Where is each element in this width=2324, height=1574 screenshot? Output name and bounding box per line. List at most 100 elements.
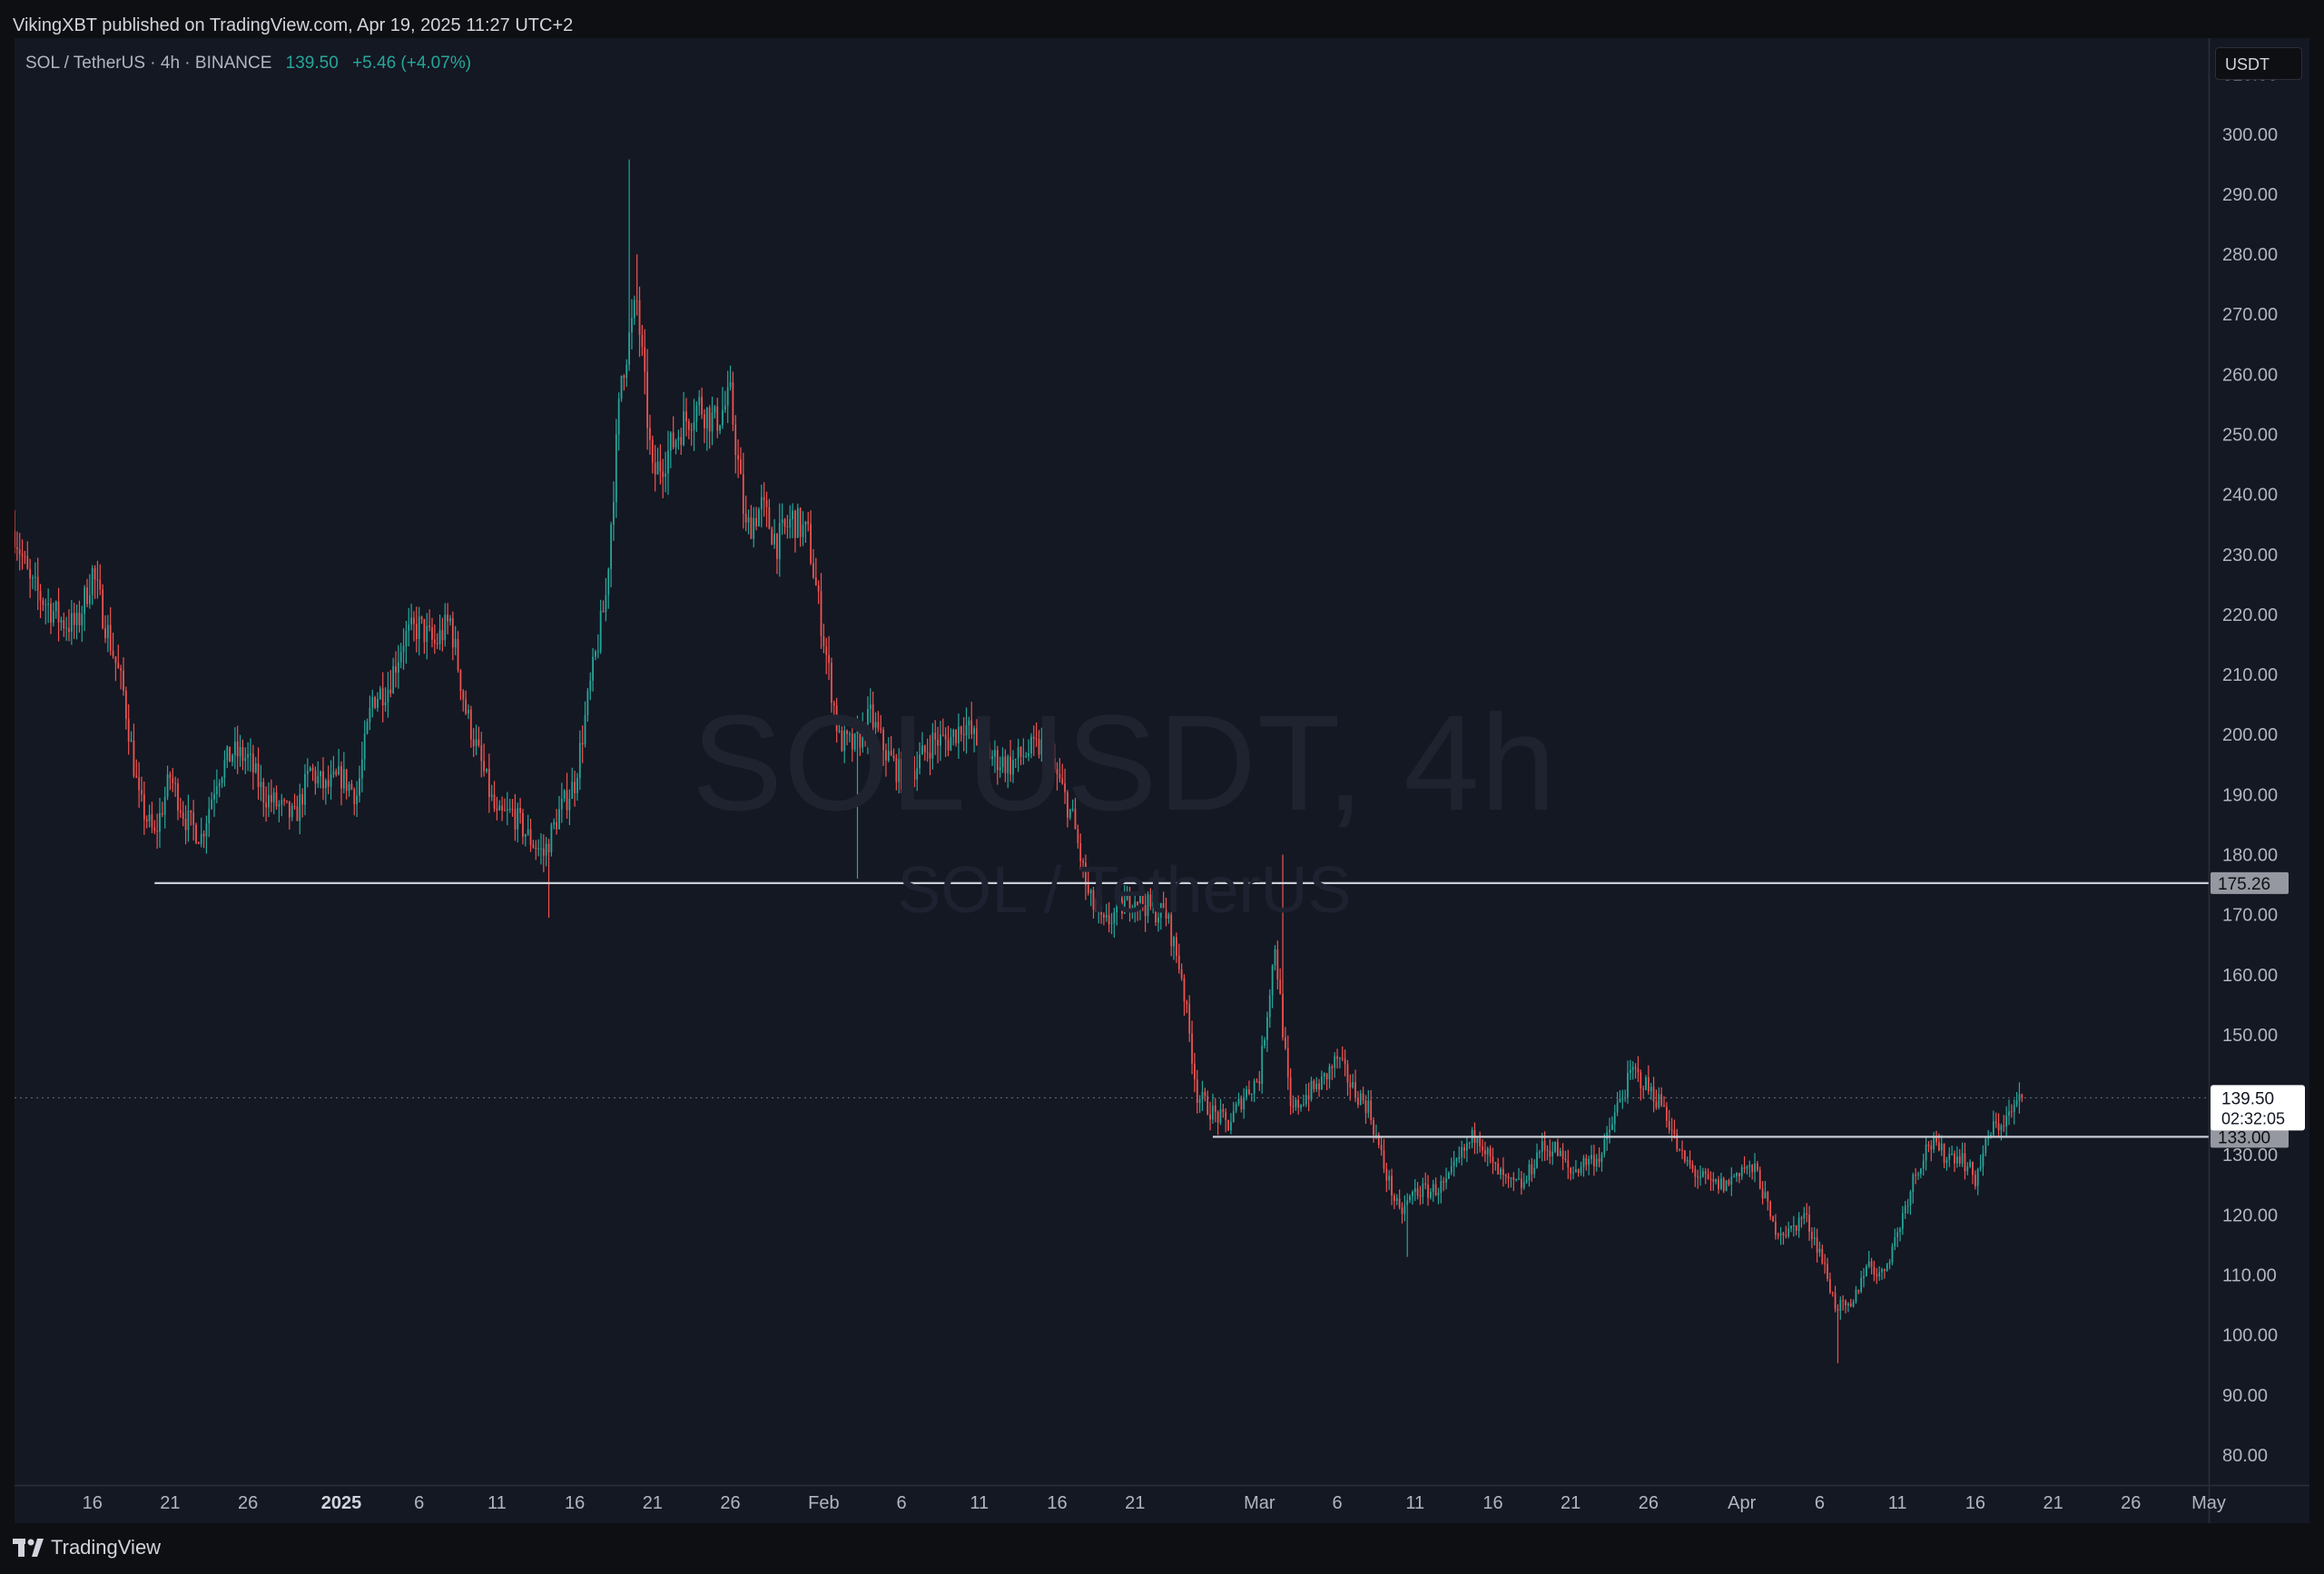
- candle-body: [1507, 1176, 1510, 1179]
- candle-body: [2000, 1126, 2003, 1131]
- candle-body: [1300, 1105, 1302, 1108]
- candle-body: [592, 656, 594, 681]
- candle-body: [1246, 1089, 1247, 1097]
- candle-body: [701, 397, 703, 415]
- y-tick-label: 160.00: [2222, 966, 2278, 986]
- candle-body: [1611, 1124, 1613, 1130]
- x-tick-label: 6: [1815, 1493, 1825, 1513]
- candle-body: [1209, 1114, 1211, 1120]
- candle-body: [1668, 1120, 1670, 1130]
- candle-body: [1813, 1237, 1816, 1240]
- candle-body: [1448, 1172, 1450, 1179]
- candle-body: [1412, 1191, 1413, 1196]
- candle-body: [1318, 1083, 1320, 1090]
- candle-body: [1434, 1184, 1437, 1195]
- candle-body: [1256, 1080, 1258, 1082]
- candle-body: [2013, 1105, 2015, 1112]
- candle-body: [102, 589, 104, 628]
- watermark-description: SOL / TetherUS: [897, 854, 1352, 927]
- candle-body: [1652, 1087, 1655, 1102]
- candle-body: [605, 595, 607, 613]
- candle-body: [1600, 1154, 1603, 1162]
- y-tick-label: 120.00: [2222, 1205, 2278, 1225]
- x-tick-label: 11: [1405, 1493, 1424, 1513]
- candle-body: [1541, 1141, 1543, 1153]
- currency-selector[interactable]: USDT: [2215, 47, 2302, 80]
- candle-body: [1886, 1264, 1888, 1271]
- candle-body: [828, 654, 830, 664]
- candle-body: [1588, 1158, 1590, 1166]
- candle-body: [1494, 1162, 1497, 1164]
- candle-body: [60, 620, 63, 623]
- candle-body: [1828, 1278, 1831, 1293]
- candle-body: [638, 300, 641, 335]
- candle-body: [1321, 1076, 1323, 1090]
- candle-body: [1219, 1109, 1222, 1123]
- candle-body: [1733, 1176, 1736, 1177]
- candle-body: [26, 556, 29, 569]
- candle-body: [1375, 1134, 1377, 1136]
- candle-body: [1873, 1266, 1876, 1275]
- candle-body: [1845, 1301, 1846, 1305]
- chart-pane[interactable]: 310.00300.00290.00280.00270.00260.00250.…: [15, 38, 2309, 1523]
- candle-body: [810, 524, 812, 564]
- candle-body: [623, 375, 625, 379]
- candle-body: [1279, 979, 1282, 995]
- watermark-symbol: SOLUSDT, 4h: [691, 686, 1558, 839]
- candle-body: [1728, 1180, 1730, 1185]
- candle-body: [1707, 1174, 1709, 1179]
- candle-body: [1631, 1067, 1634, 1070]
- candle-body: [744, 514, 747, 523]
- candle-body: [1173, 937, 1175, 947]
- x-tick-label: 26: [720, 1493, 740, 1513]
- candle-body: [617, 398, 620, 435]
- x-tick-label: 6: [897, 1493, 907, 1513]
- candle-body: [796, 507, 799, 538]
- candle-body: [1194, 1063, 1196, 1080]
- x-tick-label: 11: [487, 1493, 507, 1513]
- x-tick-label: 26: [238, 1493, 258, 1513]
- candle-body: [698, 397, 701, 406]
- candle-body: [547, 843, 550, 853]
- symbol-legend[interactable]: SOL / TetherUS · 4h · BINANCE 139.50 +5.…: [25, 54, 471, 74]
- level-price-label: 133.00: [2218, 1128, 2270, 1147]
- y-tick-label: 260.00: [2222, 365, 2278, 385]
- candle-body: [783, 519, 786, 526]
- candle-body: [1640, 1072, 1642, 1089]
- candle-body: [1183, 978, 1186, 1002]
- candle-body: [1225, 1111, 1227, 1120]
- candle-body: [117, 663, 120, 669]
- candle-body: [410, 617, 413, 625]
- candle-body: [47, 604, 50, 605]
- candle-body: [1831, 1292, 1834, 1294]
- candle-body: [1637, 1067, 1640, 1073]
- tradingview-brand[interactable]: TradingView: [13, 1536, 161, 1559]
- candle-body: [444, 615, 447, 641]
- candle-body: [1769, 1201, 1772, 1217]
- candle-body: [771, 528, 773, 545]
- candle-body: [1450, 1166, 1452, 1173]
- candle-body: [1180, 969, 1183, 979]
- candle-body: [1502, 1168, 1504, 1176]
- candle-body: [197, 842, 200, 844]
- candle-body: [2005, 1116, 2008, 1127]
- candle-body: [742, 474, 744, 515]
- candle-body: [750, 516, 753, 539]
- legend-last-price: 139.50: [285, 54, 339, 73]
- candle-body: [1658, 1094, 1660, 1107]
- candle-body: [677, 437, 680, 441]
- candle-body: [1681, 1149, 1683, 1151]
- candle-body: [1274, 949, 1276, 966]
- candle-body: [1966, 1166, 1969, 1172]
- candle-body: [1367, 1100, 1370, 1114]
- candle-body: [773, 534, 775, 545]
- candle-body: [1539, 1152, 1541, 1154]
- candle-body: [1458, 1156, 1461, 1159]
- candle-body: [1593, 1155, 1595, 1166]
- candle-body: [1196, 1079, 1198, 1103]
- candle-body: [1761, 1188, 1764, 1199]
- candle-body: [1958, 1156, 1961, 1164]
- candle-body: [1406, 1200, 1409, 1205]
- candle-body: [613, 502, 615, 525]
- candle-body: [1992, 1121, 1994, 1136]
